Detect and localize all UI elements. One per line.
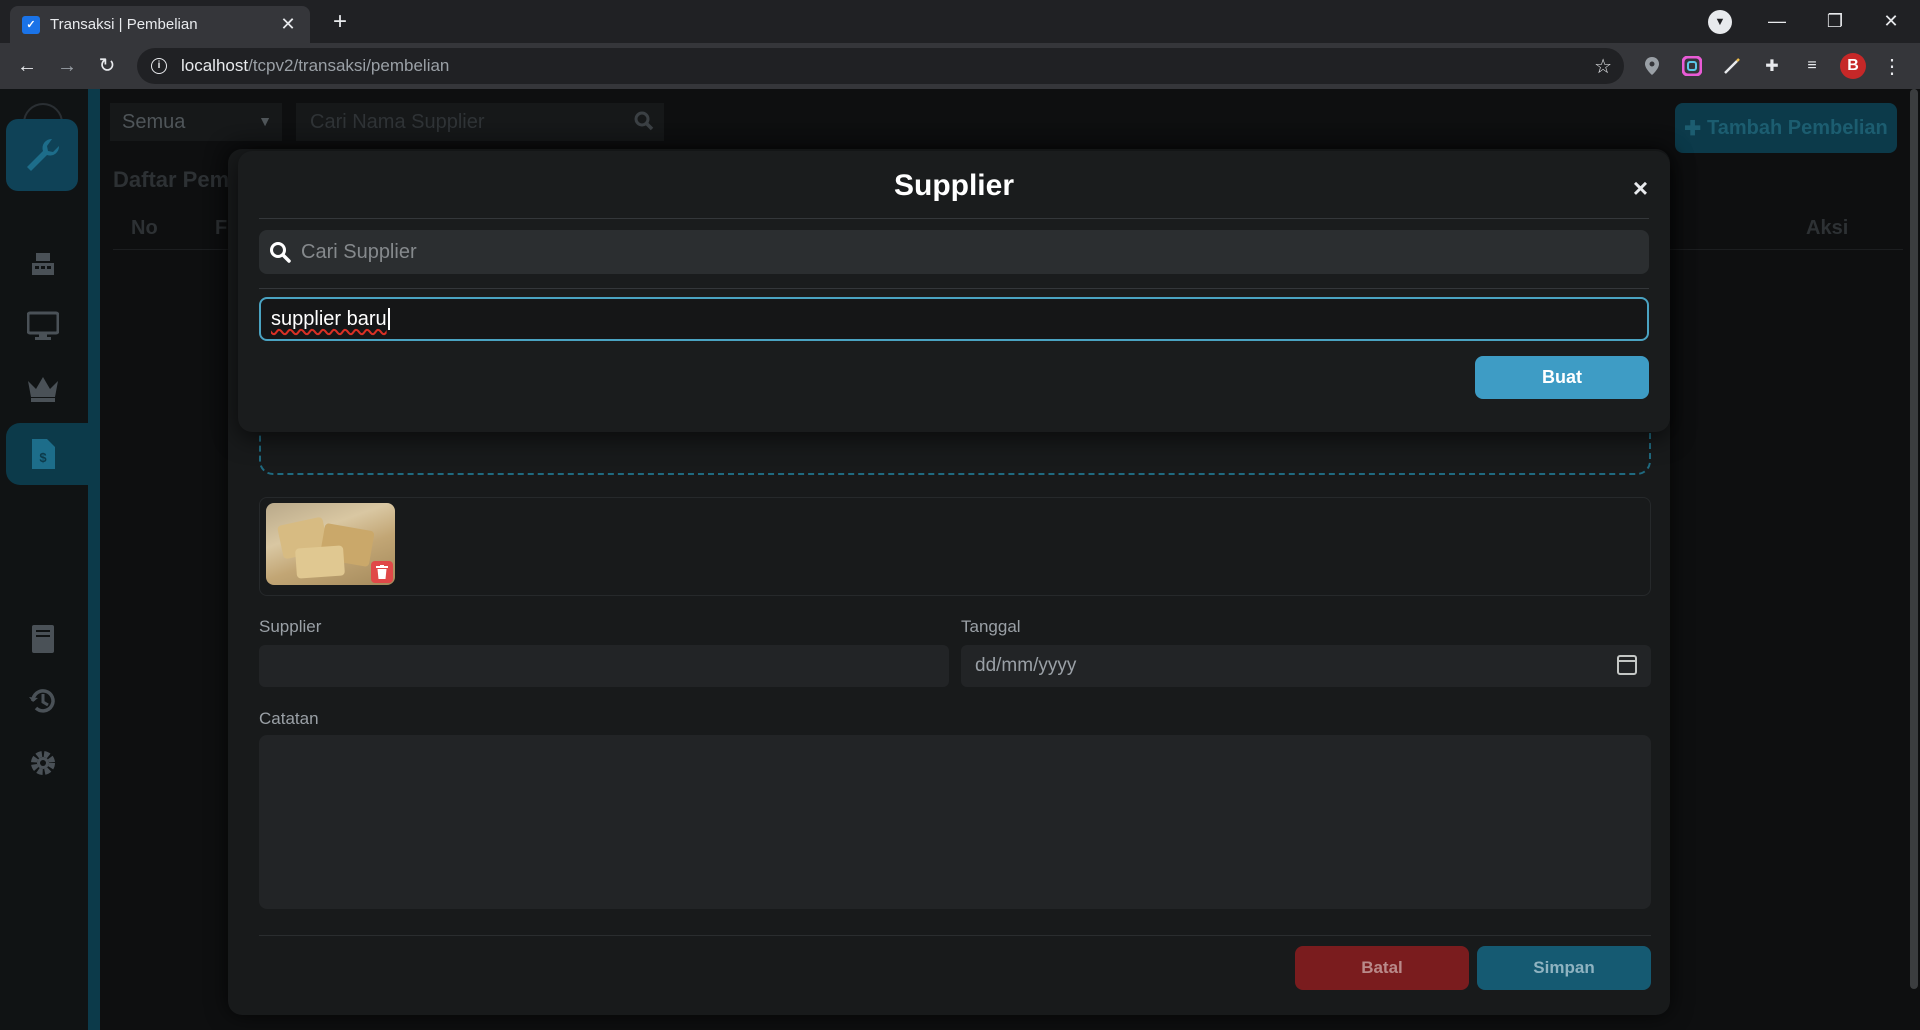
- browser-tabstrip: ✓ Transaksi | Pembelian ✕ + ▼ — ❐ ✕: [0, 0, 1920, 43]
- supplier-modal-title: Supplier: [893, 169, 1014, 202]
- back-icon[interactable]: ←: [12, 51, 42, 81]
- filter-select[interactable]: Semua ▼: [110, 103, 282, 141]
- text-cursor: [387, 308, 390, 330]
- monitor-icon[interactable]: [20, 303, 66, 349]
- book-icon[interactable]: [20, 616, 66, 662]
- supplier-search-input[interactable]: Cari Nama Supplier: [296, 103, 664, 141]
- trash-icon[interactable]: [371, 561, 393, 583]
- invoice-file-icon[interactable]: $: [20, 431, 66, 477]
- add-purchase-button[interactable]: ✚ Tambah Pembelian: [1675, 103, 1897, 153]
- tab-search-icon[interactable]: ▼: [1708, 10, 1732, 34]
- column-header-aksi: Aksi: [1806, 217, 1849, 239]
- url-path: /tcpv2/transaksi/pembelian: [248, 56, 450, 75]
- sidebar-stripe: [88, 89, 100, 1030]
- create-supplier-button[interactable]: Buat: [1475, 356, 1649, 399]
- cancel-button[interactable]: Batal: [1295, 946, 1469, 990]
- browser-toolbar: ← → ↻ i localhost/tcpv2/transaksi/pembel…: [0, 43, 1920, 89]
- bookmark-star-icon[interactable]: ☆: [1594, 54, 1612, 79]
- search-icon[interactable]: [634, 111, 654, 136]
- column-header-no: No: [131, 217, 158, 239]
- window-close-icon[interactable]: ✕: [1862, 0, 1920, 43]
- supplier-search-placeholder: Cari Nama Supplier: [310, 111, 485, 133]
- new-supplier-value: supplier baru: [271, 307, 387, 330]
- supplier-label: Supplier: [259, 617, 322, 636]
- forward-icon[interactable]: →: [52, 51, 82, 81]
- add-purchase-label: Tambah Pembelian: [1706, 116, 1888, 139]
- crown-icon[interactable]: [20, 365, 66, 411]
- supplier-modal: Supplier × supplier baru Buat: [238, 151, 1670, 432]
- calendar-icon[interactable]: [1617, 655, 1637, 675]
- site-info-icon[interactable]: i: [151, 58, 167, 74]
- site-favicon-icon: ✓: [22, 15, 40, 34]
- sidebar: $: [0, 89, 100, 1030]
- minimize-icon[interactable]: —: [1748, 0, 1806, 43]
- save-button[interactable]: Simpan: [1477, 946, 1651, 990]
- date-field[interactable]: dd/mm/yyyy: [961, 645, 1651, 687]
- profile-avatar-icon[interactable]: B: [1840, 53, 1866, 79]
- filter-select-value: Semua: [122, 111, 186, 133]
- tab-title: Transaksi | Pembelian: [50, 16, 198, 33]
- supplier-field[interactable]: [259, 645, 949, 687]
- supplier-search-input-field[interactable]: [301, 240, 1601, 264]
- new-tab-button[interactable]: +: [326, 8, 354, 36]
- web-page: $ Semua ▼ Cari Nama Supplier ✚ Tambah Pe…: [0, 89, 1920, 1030]
- plus-icon: ✚: [1684, 117, 1701, 140]
- new-supplier-input[interactable]: supplier baru: [259, 297, 1649, 341]
- tab-close-icon[interactable]: ✕: [278, 14, 298, 35]
- list-title: Daftar Pem: [113, 167, 230, 192]
- extensions-puzzle-icon[interactable]: ✚: [1760, 54, 1784, 78]
- modal-footer-divider: [259, 935, 1651, 936]
- browser-menu-icon[interactable]: ⋮: [1880, 54, 1904, 78]
- supplier-modal-divider-top: [259, 218, 1649, 219]
- search-icon: [269, 241, 291, 263]
- location-pin-icon[interactable]: [1640, 54, 1664, 78]
- reading-list-icon[interactable]: ≡: [1800, 54, 1824, 78]
- url-host: localhost: [181, 56, 249, 75]
- cash-register-icon[interactable]: [20, 241, 66, 287]
- notes-textarea[interactable]: [259, 735, 1651, 909]
- date-placeholder: dd/mm/yyyy: [975, 655, 1077, 676]
- date-label: Tanggal: [961, 617, 1021, 636]
- close-icon[interactable]: ×: [1633, 173, 1648, 204]
- address-bar[interactable]: i localhost/tcpv2/transaksi/pembelian ☆: [137, 48, 1624, 84]
- app-logo-wrench-icon[interactable]: [6, 119, 78, 191]
- caret-down-icon: ▼: [258, 113, 272, 129]
- notes-label: Catatan: [259, 709, 319, 728]
- reload-icon[interactable]: ↻: [92, 51, 122, 81]
- color-picker-extension-icon[interactable]: [1680, 54, 1704, 78]
- restore-icon[interactable]: ❐: [1806, 0, 1864, 43]
- page-scrollbar[interactable]: [1910, 89, 1918, 989]
- svg-text:$: $: [39, 450, 47, 465]
- image-preview-list: [259, 497, 1651, 596]
- product-image-thumbnail[interactable]: [266, 503, 395, 585]
- history-icon[interactable]: [20, 678, 66, 724]
- pen-extension-icon[interactable]: [1720, 54, 1744, 78]
- supplier-modal-divider-mid: [259, 288, 1649, 289]
- browser-tab[interactable]: ✓ Transaksi | Pembelian ✕: [10, 6, 310, 43]
- settings-gear-icon[interactable]: [20, 740, 66, 786]
- supplier-search-box: [259, 230, 1649, 274]
